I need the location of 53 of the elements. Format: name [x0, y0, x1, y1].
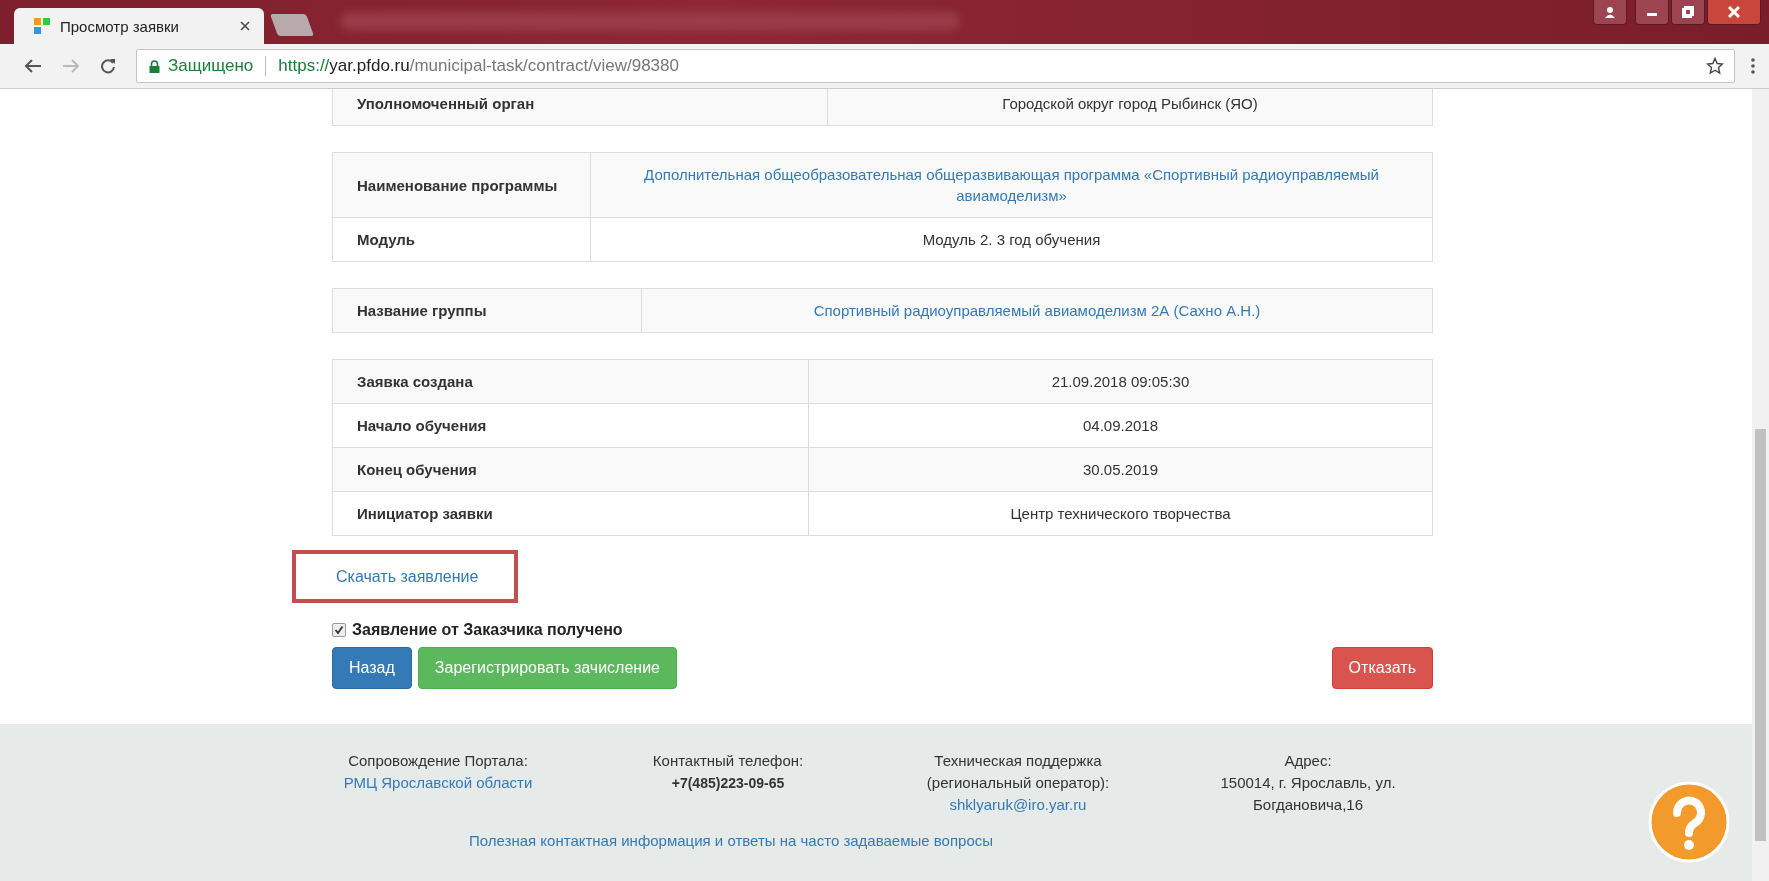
back-button[interactable]: Назад: [332, 647, 412, 689]
register-button[interactable]: Зарегистрировать зачисление: [417, 647, 677, 689]
field-label: Уполномоченный орган: [332, 89, 828, 126]
field-label: Инициатор заявки: [332, 491, 809, 536]
bookmark-star-icon[interactable]: [1706, 57, 1724, 75]
field-label: Название группы: [332, 288, 642, 333]
back-icon[interactable]: [24, 58, 42, 74]
footer-text: Техническая поддержка: [934, 751, 1102, 771]
restore-button[interactable]: [1671, 0, 1705, 25]
footer-text: Контактный телефон:: [652, 751, 804, 771]
scrollbar[interactable]: [1752, 89, 1769, 881]
user-icon: [1604, 6, 1616, 18]
field-value: 30.05.2019: [808, 447, 1433, 492]
download-link[interactable]: Скачать заявление: [292, 550, 519, 603]
footer-text: Адрес:: [1284, 751, 1332, 771]
restore-icon: [1682, 6, 1694, 18]
lock-icon: [149, 59, 160, 73]
close-icon[interactable]: [240, 21, 250, 31]
footer-link[interactable]: РМЦ Ярославской области: [343, 772, 533, 794]
reject-button[interactable]: Отказать: [1331, 647, 1433, 689]
browser-tab[interactable]: Просмотр заявки: [14, 8, 264, 44]
footer-text: (региональный оператор):: [926, 773, 1110, 793]
minimize-button[interactable]: [1635, 0, 1669, 25]
menu-icon[interactable]: [1751, 58, 1755, 74]
field-value: 21.09.2018 09:05:30: [808, 359, 1433, 404]
address-bar[interactable]: Защищено https://yar.pfdo.ru/municipal-task/contract/view/98380: [136, 49, 1735, 83]
field-label: Модуль: [332, 217, 591, 262]
field-value: Модуль 2. 3 год обучения: [590, 217, 1433, 262]
faq-link[interactable]: Полезная контактная информация и ответы на часто задаваемые вопросы: [468, 832, 994, 849]
value-link[interactable]: Спортивный радиоуправляемый авиамоделизм 2А (Сахно А.Н.): [641, 288, 1433, 333]
field-label: Заявка создана: [332, 359, 809, 404]
secure-label: Защищено: [168, 56, 254, 76]
field-value: Городской округ город Рыбинск (ЯО): [827, 89, 1433, 126]
field-label: Конец обучения: [332, 447, 809, 492]
footer-link[interactable]: shklyaruk@iro.yar.ru: [949, 794, 1087, 816]
footer-text: 150014, г. Ярославль, ул.: [1220, 773, 1396, 793]
field-value: 04.09.2018: [808, 403, 1433, 448]
profile-button[interactable]: [1593, 0, 1627, 25]
field-label: Начало обучения: [332, 403, 809, 448]
field-label: Наименование программы: [332, 152, 591, 218]
field-value: Центр технического творчества: [808, 491, 1433, 536]
new-tab-button[interactable]: [270, 14, 314, 36]
close-icon: [1727, 6, 1741, 18]
app-logo-icon: [34, 18, 50, 34]
reload-icon[interactable]: [100, 58, 116, 74]
close-button[interactable]: [1707, 0, 1761, 25]
footer-text: Сопровождение Портала:: [348, 751, 528, 771]
phone-number: +7(485)223-09-65: [671, 774, 785, 793]
footer-text: Богдановича,16: [1252, 795, 1364, 815]
url-text: https://yar.pfdo.ru/municipal-task/contract/view/98380: [278, 56, 680, 76]
checkbox[interactable]: [332, 623, 346, 637]
checkbox-label: Заявление от Заказчика получено: [352, 621, 623, 639]
value-link[interactable]: Дополнительная общеобразовательная общеразвивающая программа «Спортивный радиоуправляемый авиамоделизм»: [590, 152, 1433, 218]
